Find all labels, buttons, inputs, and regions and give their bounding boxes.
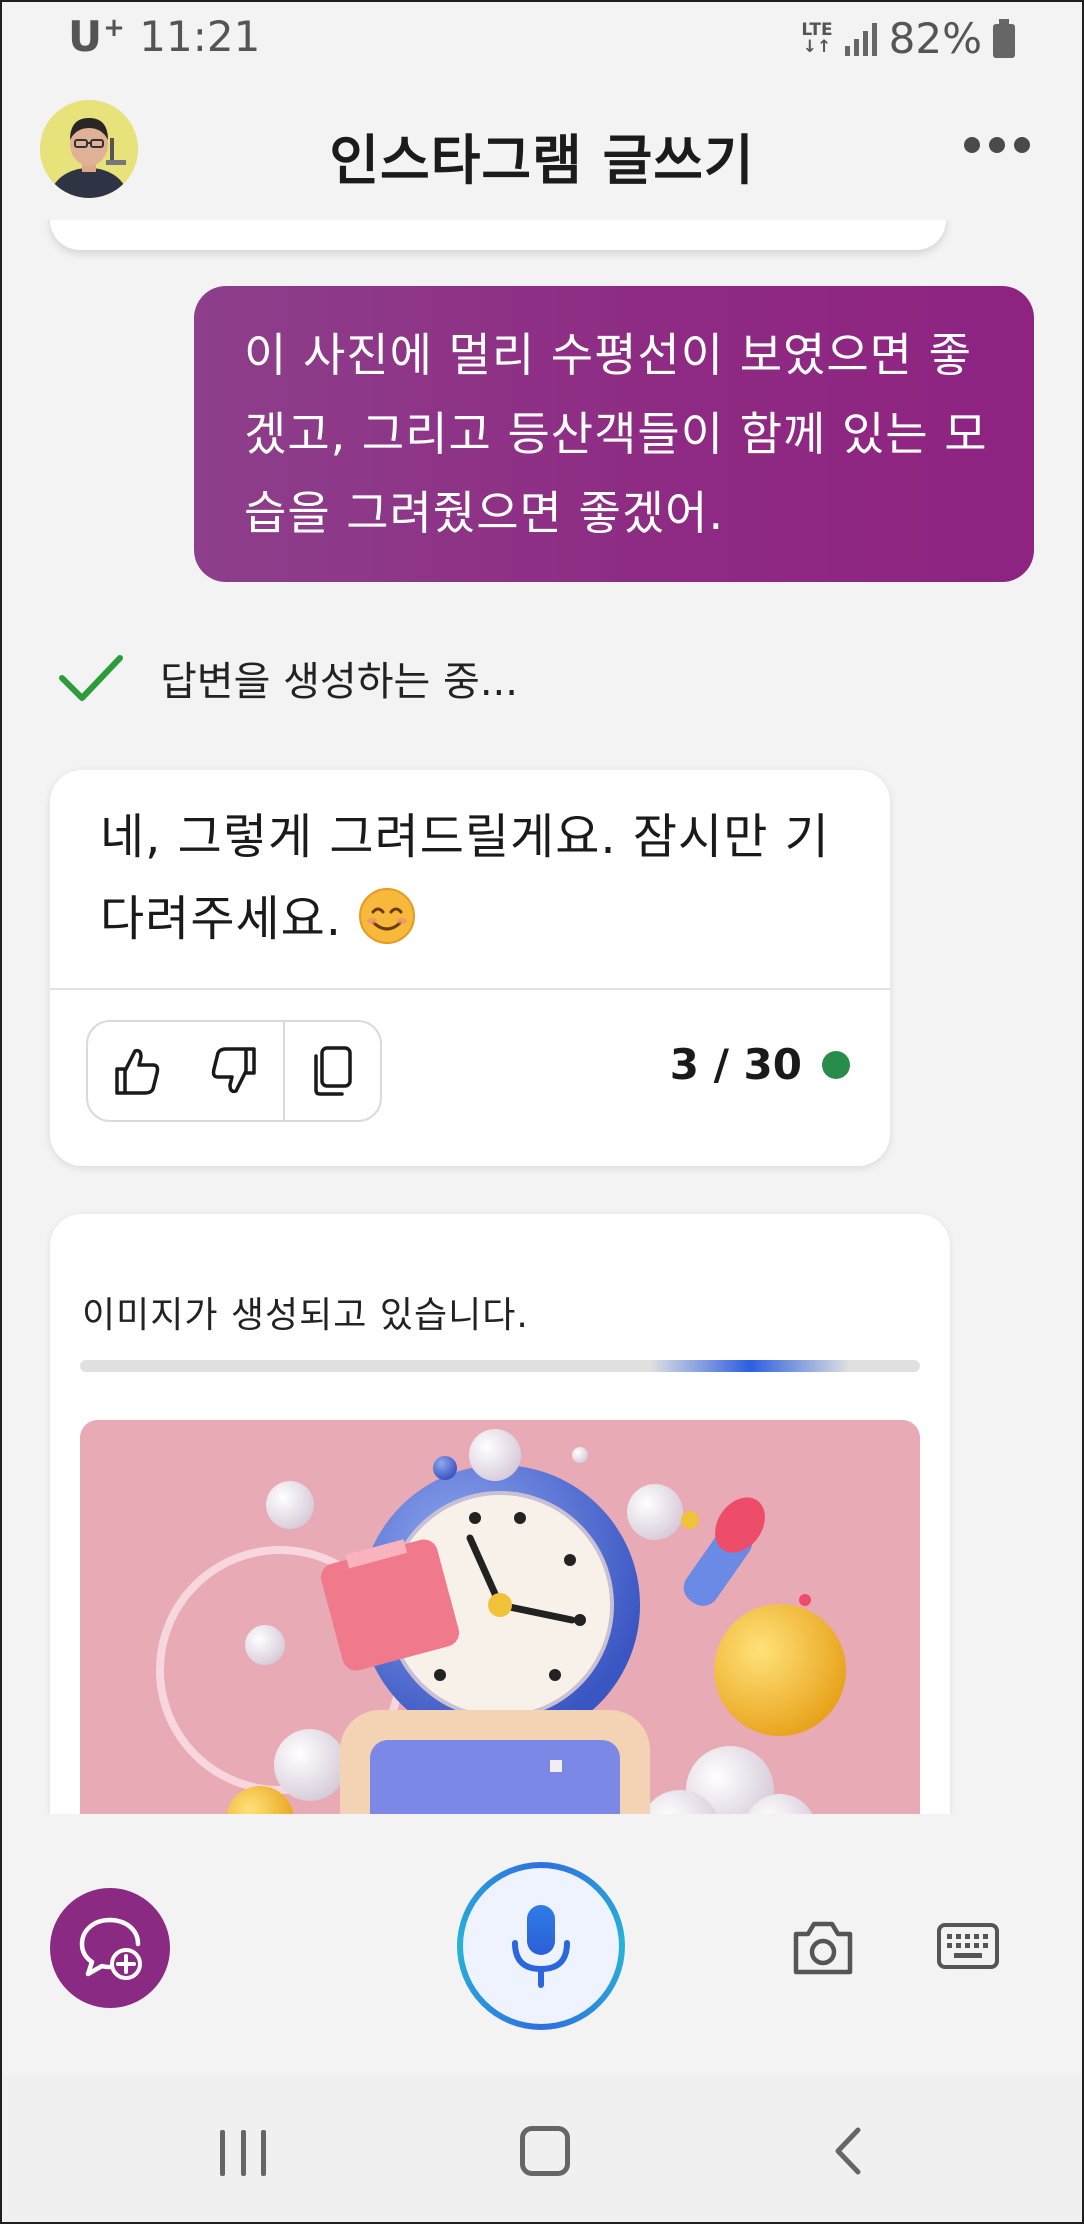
image-generation-card[interactable]: 이미지가 생성되고 있습니다. [50, 1214, 950, 1814]
microphone-button[interactable] [457, 1862, 625, 2030]
system-navigation-bar [0, 2074, 1084, 2224]
back-icon[interactable] [828, 2126, 868, 2176]
carrier-label: U+ [68, 12, 126, 61]
mic-button-inner [463, 1868, 619, 2024]
more-dot-icon [989, 137, 1005, 153]
user-message-bubble[interactable]: 이 사진에 멀리 수평선이 보였으면 좋겠고, 그리고 등산객들이 함께 있는 … [194, 286, 1034, 582]
turn-counter: 3 / 30 [670, 1040, 850, 1089]
recent-apps-icon [220, 2130, 225, 2176]
microphone-icon [512, 1905, 570, 1988]
smiling-emoji-icon [359, 888, 416, 944]
copy-button[interactable] [282, 1022, 380, 1120]
battery-percent: 82% [888, 14, 982, 63]
keyboard-icon[interactable] [936, 1922, 1000, 1970]
status-left: U+ 11:21 [68, 12, 260, 61]
page-title: 인스타그램 글쓰기 [329, 129, 755, 192]
new-topic-button[interactable] [50, 1888, 170, 2008]
signal-icon [844, 22, 877, 56]
home-button[interactable] [520, 2126, 570, 2176]
image-progress-bar [80, 1360, 920, 1372]
dislike-button[interactable] [185, 1022, 282, 1120]
camera-icon[interactable] [790, 1916, 856, 1978]
check-icon [59, 655, 123, 701]
input-toolbar [0, 1814, 1084, 2074]
recent-apps-icon [240, 2130, 246, 2176]
turn-counter-text: 3 / 30 [669, 1040, 802, 1089]
recent-apps-button[interactable] [220, 2130, 266, 2176]
assistant-message-text: 네, 그렇게 그려드릴게요. 잠시만 기다려주세요. [100, 809, 830, 947]
image-status-text: 이미지가 생성되고 있습니다. [82, 1295, 529, 1336]
network-type-icon: LTE ↓↑ [801, 19, 833, 57]
battery-icon [993, 18, 1015, 58]
assistant-message: 네, 그렇게 그려드릴게요. 잠시만 기다려주세요. [100, 796, 860, 960]
generation-status-text: 답변을 생성하는 중... [160, 659, 518, 705]
chat-thread[interactable]: 이 사진에 멀리 수평선이 보였으면 좋겠고, 그리고 등산객들이 함께 있는 … [0, 220, 1084, 1814]
thumbs-up-icon [114, 1048, 159, 1095]
app-header: 인스타그램 글쓰기 [0, 80, 1084, 220]
more-dot-icon [964, 137, 980, 153]
more-options-button[interactable] [964, 130, 1030, 160]
status-right: LTE ↓↑ 82% [801, 14, 1016, 63]
assistant-message-card[interactable]: 네, 그렇게 그려드릴게요. 잠시만 기다려주세요. 3 / 30 [50, 770, 890, 1166]
generated-image-preview[interactable] [80, 1420, 920, 1814]
progress-indicator [650, 1360, 850, 1372]
previous-message-card [50, 220, 946, 250]
generation-status: 답변을 생성하는 중... [56, 648, 518, 708]
status-bar: U+ 11:21 LTE ↓↑ 82% [0, 0, 1084, 80]
feedback-buttons [86, 1020, 382, 1122]
clock-illustration [80, 1420, 920, 1814]
new-chat-icon [79, 1917, 142, 1980]
copy-icon [314, 1046, 353, 1096]
card-divider [50, 988, 890, 990]
clock: 11:21 [139, 12, 261, 61]
recent-apps-icon [261, 2130, 266, 2176]
status-dot-icon [822, 1050, 850, 1079]
user-message-text: 이 사진에 멀리 수평선이 보였으면 좋겠고, 그리고 등산객들이 함께 있는 … [244, 328, 988, 540]
like-button[interactable] [88, 1022, 185, 1120]
more-dot-icon [1014, 137, 1030, 153]
thumbs-down-icon [211, 1047, 256, 1094]
